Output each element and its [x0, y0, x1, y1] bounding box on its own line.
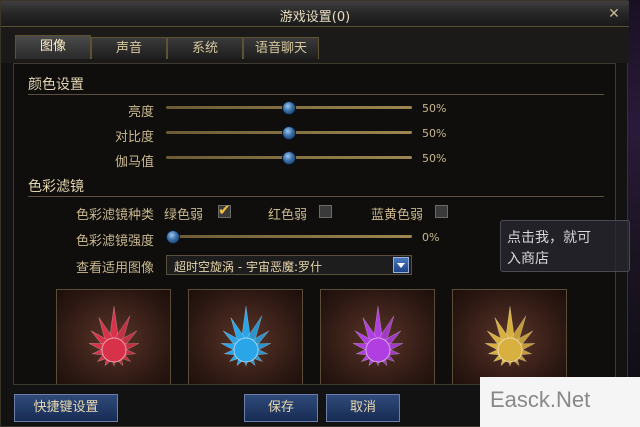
crystal-core [497, 337, 523, 363]
option-red-weak-checkbox[interactable] [319, 205, 332, 218]
slider-track [166, 235, 412, 238]
slider-knob[interactable] [166, 230, 180, 244]
slider-knob[interactable] [282, 151, 296, 165]
gamma-label: 伽马值 [114, 155, 154, 170]
preview-thumbnail-blue [188, 289, 303, 384]
close-button[interactable]: ✕ [605, 5, 623, 23]
hotkey-settings-button[interactable]: 快捷键设置 [14, 394, 118, 422]
preview-image-label: 查看适用图像 [75, 261, 154, 276]
section-divider [28, 94, 604, 95]
filter-strength-value: 0% [422, 231, 440, 244]
slider-knob[interactable] [282, 101, 296, 115]
filter-type-label: 色彩滤镜种类 [75, 208, 154, 223]
crystal-icon [352, 305, 404, 367]
contrast-label: 对比度 [114, 130, 154, 145]
crystal-core [233, 337, 259, 363]
tab-system[interactable]: 系统 [167, 37, 243, 59]
window-title: 游戏设置(0) [279, 10, 351, 25]
tooltip-line: 点击我，就可 [507, 230, 591, 246]
watermark-text: Easck.Net [490, 387, 591, 412]
tab-sound[interactable]: 声音 [91, 37, 167, 59]
color-settings-title: 颜色设置 [28, 77, 84, 93]
chevron-down-icon[interactable] [393, 257, 409, 273]
title-bar: 游戏设置(0) ✕ [1, 1, 629, 27]
tab-graphics[interactable]: 图像 [15, 35, 91, 59]
option-green-weak-checkbox[interactable]: ✔ [218, 201, 231, 219]
contrast-value: 50% [422, 127, 447, 140]
tooltip-line: 入商店 [507, 251, 549, 267]
gamma-slider[interactable] [166, 151, 412, 165]
shop-tooltip[interactable]: 点击我，就可 入商店 [500, 220, 630, 272]
crystal-core [365, 337, 391, 363]
checkmark-icon: ✔ [218, 201, 231, 219]
filter-strength-label: 色彩滤镜强度 [75, 234, 154, 249]
tab-voice-chat[interactable]: 语音聊天 [243, 37, 319, 59]
save-button[interactable]: 保存 [244, 394, 318, 422]
contrast-slider[interactable] [166, 126, 412, 140]
crystal-icon [484, 305, 536, 367]
filter-strength-slider[interactable] [166, 230, 412, 244]
gamma-value: 50% [422, 152, 447, 165]
option-red-weak-label: 红色弱 [268, 208, 308, 223]
section-divider [28, 196, 604, 197]
preview-image-selected: 超时空旋涡 - 宇宙恶魔:罗什 [174, 260, 323, 274]
crystal-core [101, 337, 127, 363]
crystal-icon [88, 305, 140, 367]
option-green-weak-label: 绿色弱 [164, 208, 204, 223]
preview-thumbnail-gold [452, 289, 567, 384]
preview-thumbnail-red [56, 289, 171, 384]
preview-thumbnail-purple [320, 289, 435, 384]
color-filter-title: 色彩滤镜 [28, 179, 84, 195]
brightness-value: 50% [422, 102, 447, 115]
cancel-button[interactable]: 取消 [326, 394, 400, 422]
brightness-slider[interactable] [166, 101, 412, 115]
brightness-label: 亮度 [127, 105, 154, 120]
slider-knob[interactable] [282, 126, 296, 140]
option-blue-yellow-weak-label: 蓝黄色弱 [371, 208, 424, 223]
crystal-icon [220, 305, 272, 367]
option-blue-yellow-weak-checkbox[interactable] [435, 205, 448, 218]
watermark: Easck.Net [480, 377, 640, 427]
settings-window: 游戏设置(0) ✕ 图像 声音 系统 语音聊天 颜色设置 亮度 50% 对比度 … [0, 0, 629, 427]
preview-image-select[interactable]: 超时空旋涡 - 宇宙恶魔:罗什 [166, 255, 412, 275]
tab-bar: 图像 声音 系统 语音聊天 [1, 27, 629, 63]
